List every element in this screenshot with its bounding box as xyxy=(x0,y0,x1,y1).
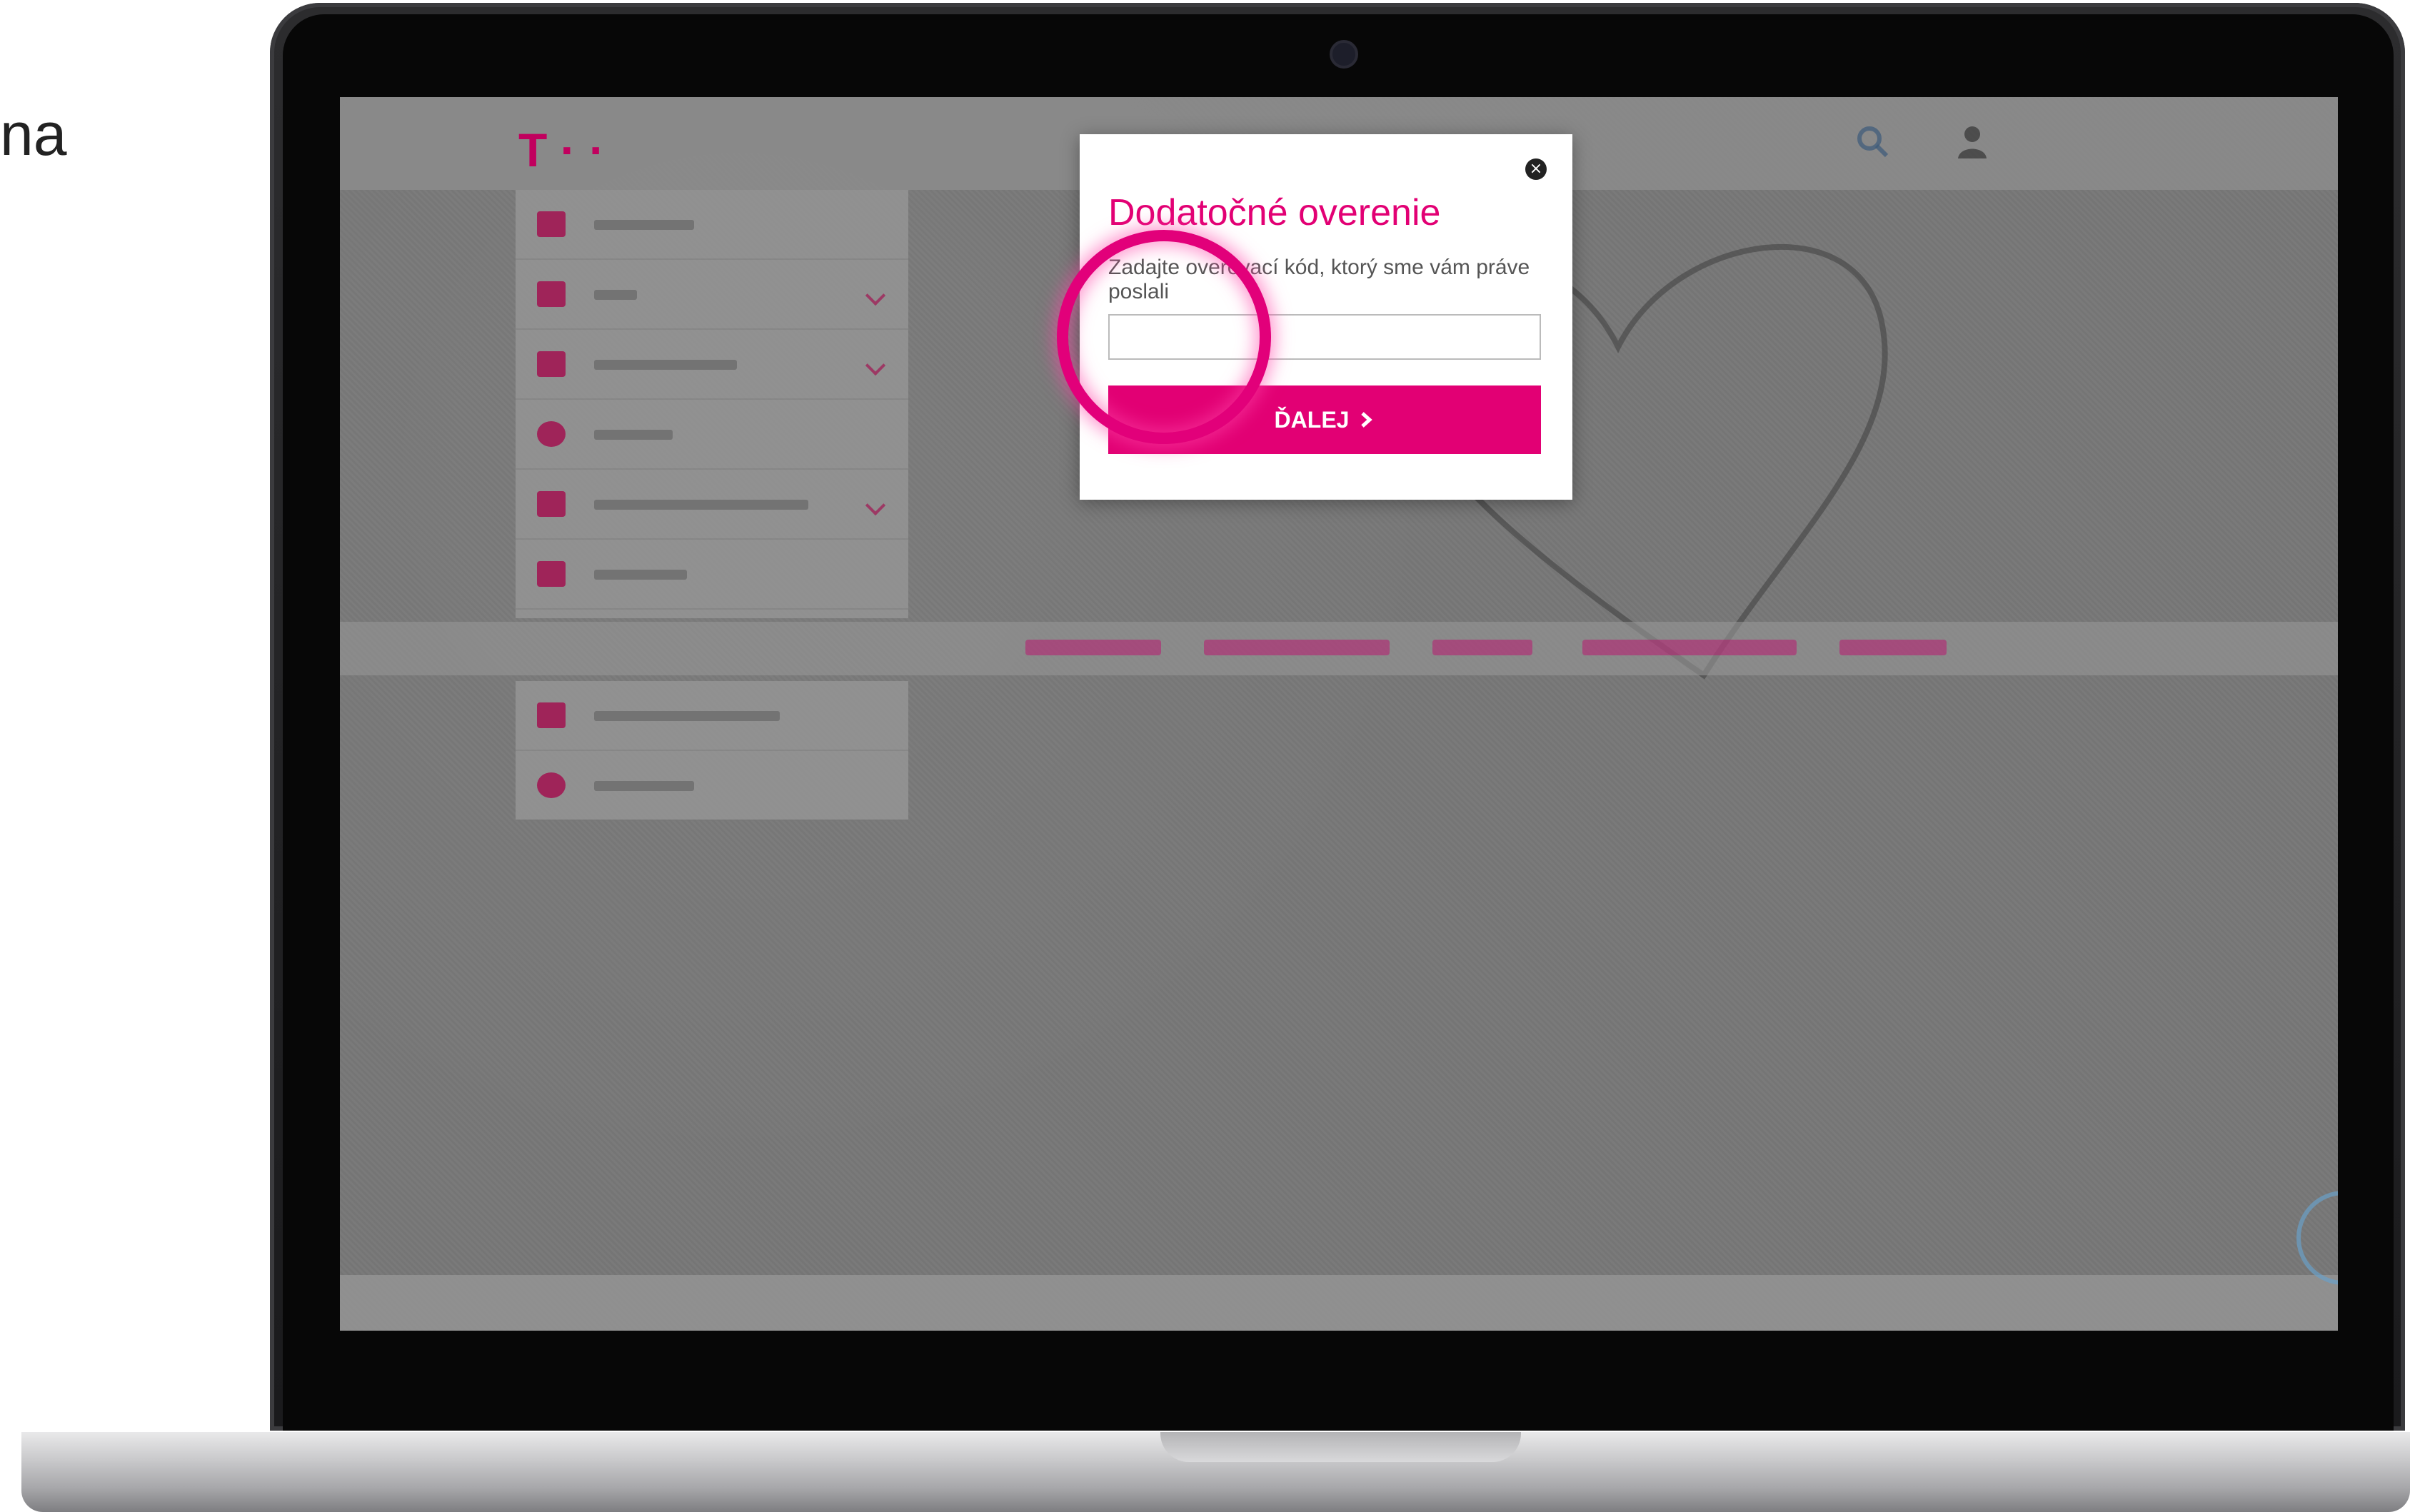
sidebar-item-label xyxy=(594,360,737,370)
sidebar-menu xyxy=(516,190,908,618)
chat-icon xyxy=(537,561,566,587)
quick-links-bar xyxy=(340,622,2338,675)
sidebar-item-label xyxy=(594,711,780,721)
grid-icon xyxy=(537,211,566,237)
sidebar-item[interactable] xyxy=(516,190,908,260)
logout-icon xyxy=(537,772,566,798)
camera-icon xyxy=(1330,40,1358,69)
quick-link[interactable] xyxy=(1025,640,1161,655)
telekom-logo[interactable]: T · · xyxy=(518,123,605,177)
graduation-cap-icon xyxy=(537,702,566,728)
sidebar-item[interactable] xyxy=(516,470,908,540)
continue-button-label: ĎALEJ xyxy=(1274,406,1350,433)
sidebar-menu-secondary xyxy=(516,681,908,821)
chevron-down-icon xyxy=(865,285,886,306)
sidebar-item-label xyxy=(594,570,687,580)
sidebar-item[interactable] xyxy=(516,400,908,470)
sidebar-item-label xyxy=(594,500,808,510)
sidebar-item-label xyxy=(594,781,694,791)
sidebar-item[interactable] xyxy=(516,330,908,400)
modal-title: Dodatočné overenie xyxy=(1108,192,1441,233)
search-icon[interactable] xyxy=(1854,123,1891,160)
sidebar-item[interactable] xyxy=(516,751,908,821)
user-icon xyxy=(537,281,566,307)
quick-link[interactable] xyxy=(1839,640,1947,655)
circle-icon xyxy=(537,421,566,447)
close-icon[interactable]: × xyxy=(1525,158,1547,180)
sidebar-item-label xyxy=(594,220,694,230)
laptop-screen: T · · × Dodatočné overenie Zadajte overo… xyxy=(340,97,2338,1331)
sidebar-item-label xyxy=(594,430,673,440)
side-text: na xyxy=(0,101,67,168)
invoice-icon xyxy=(537,491,566,517)
chevron-right-icon xyxy=(1361,412,1373,428)
highlight-circle xyxy=(1057,230,1271,444)
chevron-down-icon xyxy=(865,355,886,376)
sidebar-item[interactable] xyxy=(516,540,908,610)
footer-strip xyxy=(340,1275,2338,1331)
sidebar-item[interactable] xyxy=(516,681,908,751)
user-icon[interactable] xyxy=(1954,123,1991,160)
quick-link[interactable] xyxy=(1204,640,1390,655)
chevron-down-icon xyxy=(865,495,886,516)
laptop-notch xyxy=(1160,1432,1521,1462)
quick-link[interactable] xyxy=(1432,640,1532,655)
sidebar-item[interactable] xyxy=(516,260,908,330)
document-icon xyxy=(537,351,566,377)
quick-link[interactable] xyxy=(1582,640,1797,655)
sidebar-item-label xyxy=(594,290,637,300)
